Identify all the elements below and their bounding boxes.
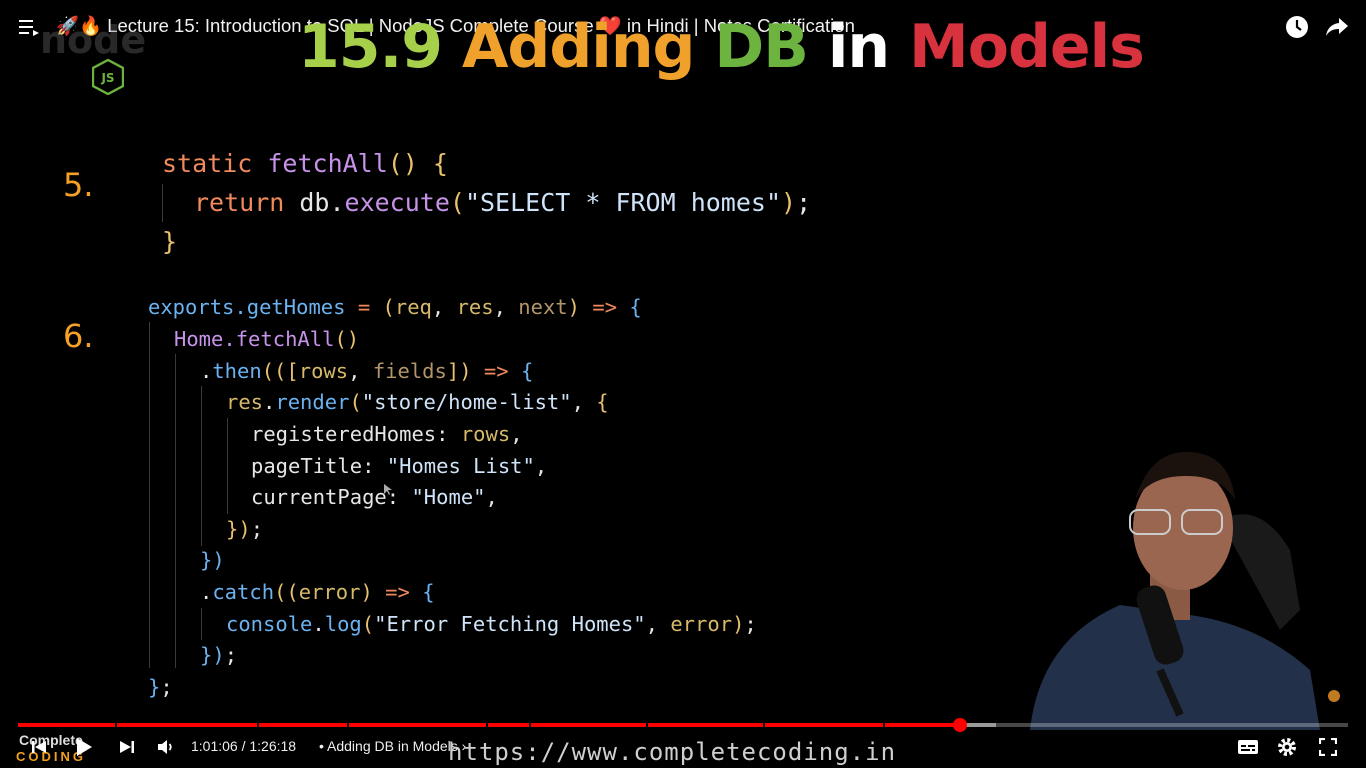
chapter-marker xyxy=(115,723,118,727)
title-part-db: DB xyxy=(714,12,809,82)
play-icon[interactable] xyxy=(74,736,94,758)
svg-text:node: node xyxy=(40,18,146,62)
indent-guide xyxy=(227,418,228,514)
chapter-marker xyxy=(645,723,648,727)
progress-fill xyxy=(18,723,960,727)
subtitles-icon[interactable] xyxy=(1237,739,1259,755)
settings-icon[interactable] xyxy=(1277,737,1297,757)
mouse-cursor-icon xyxy=(384,484,392,495)
code-line: }); xyxy=(200,643,238,667)
step-number-6: 6. xyxy=(63,317,94,355)
title-part-in: in xyxy=(827,12,890,82)
indent-guide xyxy=(201,608,202,640)
indent-guide xyxy=(201,386,202,546)
chapter-marker xyxy=(528,723,531,727)
title-part-number: 15.9 xyxy=(298,12,443,82)
chapter-title-button[interactable]: • Adding DB in Models › xyxy=(319,738,466,754)
code-line: registeredHomes: rows, xyxy=(251,422,523,446)
title-part-models: Models xyxy=(909,12,1145,82)
progress-bar[interactable] xyxy=(18,718,1348,732)
code-line: static fetchAll() { xyxy=(162,149,448,178)
next-icon[interactable] xyxy=(118,738,136,756)
code-line: }; xyxy=(148,675,173,699)
chapter-marker xyxy=(762,723,765,727)
code-line: }) xyxy=(200,548,225,572)
js-hexagon-logo: JS xyxy=(92,59,124,95)
time-display: 1:01:06 / 1:26:18 xyxy=(191,738,297,754)
volume-icon[interactable] xyxy=(156,738,176,756)
chapter-marker xyxy=(257,723,260,727)
svg-text:JS: JS xyxy=(100,71,114,85)
code-line: return db.execute("SELECT * FROM homes")… xyxy=(194,188,812,217)
indent-guide xyxy=(175,354,176,668)
code-line: } xyxy=(162,227,178,256)
step-number-5: 5. xyxy=(63,166,94,204)
indent-guide xyxy=(149,322,150,668)
code-line: .then(([rows, fields]) => { xyxy=(200,359,534,383)
chapter-marker xyxy=(882,723,885,727)
presenter-webcam xyxy=(1030,451,1340,730)
indent-guide xyxy=(162,184,163,222)
code-line: Home.fetchAll() xyxy=(174,327,360,351)
code-line: currentPage: "Home", xyxy=(251,485,498,509)
code-line: console.log("Error Fetching Homes", erro… xyxy=(226,612,757,636)
watermark-url: https://www.completecoding.in xyxy=(448,738,897,766)
previous-icon[interactable] xyxy=(30,738,48,756)
code-line: }); xyxy=(226,517,264,541)
fullscreen-icon[interactable] xyxy=(1319,738,1337,756)
playlist-menu-icon[interactable] xyxy=(19,18,39,36)
watch-later-icon[interactable] xyxy=(1284,14,1310,40)
code-line: res.render("store/home-list", { xyxy=(226,390,609,414)
chapter-marker xyxy=(486,723,489,727)
code-line: pageTitle: "Homes List", xyxy=(251,454,548,478)
share-icon[interactable] xyxy=(1324,14,1350,40)
chapter-marker xyxy=(346,723,349,727)
code-line: .catch((error) => { xyxy=(200,580,435,604)
title-part-adding: Adding xyxy=(461,12,696,82)
slide-title: 15.9 Adding DB in Models xyxy=(298,12,1145,82)
code-line: exports.getHomes = (req, res, next) => { xyxy=(148,295,642,319)
